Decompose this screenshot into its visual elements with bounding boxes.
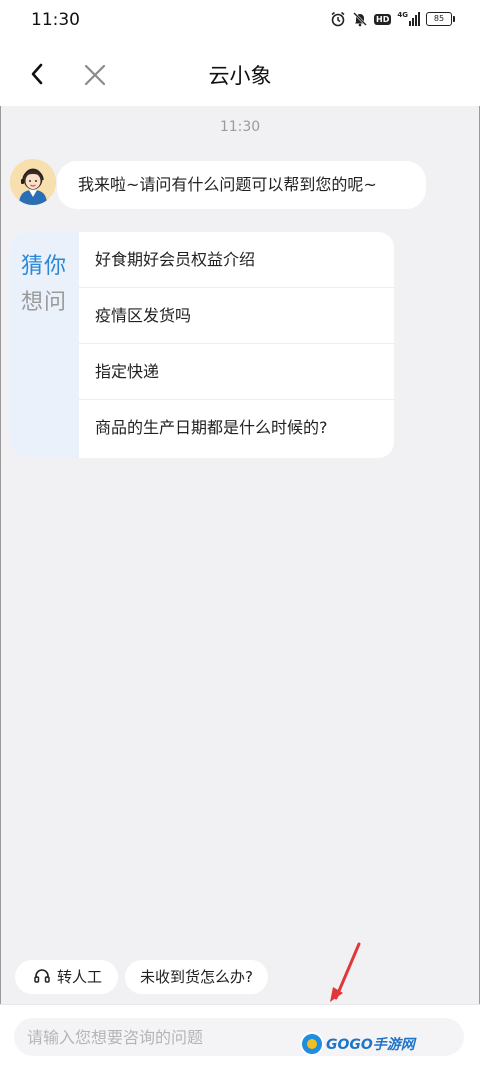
- not-received-button[interactable]: 未收到货怎么办?: [125, 960, 268, 994]
- suggest-item-courier[interactable]: 指定快递: [79, 344, 394, 400]
- battery-icon: 85: [426, 12, 455, 26]
- watermark-logo-icon: [300, 1032, 324, 1056]
- mute-bell-icon: [353, 12, 367, 27]
- hd-icon: HD: [374, 13, 392, 25]
- status-time: 11:30: [31, 10, 80, 30]
- alarm-icon: [331, 11, 345, 27]
- suggest-item-epidemic-shipping[interactable]: 疫情区发货吗: [79, 288, 394, 344]
- suggested-questions-card: 猜你 想问 好食期好会员权益介绍 疫情区发货吗 指定快递 商品的生产日期都是什么…: [10, 232, 394, 458]
- suggest-title-line1: 猜你: [21, 254, 68, 279]
- quick-actions-bar: 转人工 未收到货怎么办?: [0, 946, 480, 1004]
- suggest-item-production-date[interactable]: 商品的生产日期都是什么时候的?: [79, 400, 394, 456]
- transfer-human-label: 转人工: [57, 968, 103, 986]
- headset-icon: [34, 969, 50, 983]
- suggest-item-membership[interactable]: 好食期好会员权益介绍: [79, 232, 394, 288]
- site-watermark: GOGO手游网: [300, 1031, 415, 1057]
- assistant-avatar-icon: [10, 159, 56, 205]
- status-bar: 11:30 HD 4G 85: [0, 0, 480, 44]
- nav-bar: 云小象: [0, 44, 480, 106]
- chat-timestamp: 11:30: [219, 119, 261, 135]
- watermark-text: GOGO手游网: [326, 1037, 415, 1053]
- status-icons: HD 4G 85: [330, 11, 455, 27]
- suggest-side-panel: 猜你 想问: [10, 232, 79, 458]
- battery-level: 85: [433, 14, 445, 23]
- annotation-arrow-icon: [330, 942, 361, 1002]
- transfer-human-button[interactable]: 转人工: [15, 960, 118, 994]
- suggest-title-line2: 想问: [21, 290, 68, 315]
- signal-4g-icon: 4G: [397, 12, 420, 26]
- bot-avatar: [10, 159, 56, 205]
- suggest-list: 好食期好会员权益介绍 疫情区发货吗 指定快递 商品的生产日期都是什么时候的?: [79, 232, 394, 456]
- network-type: 4G: [397, 11, 408, 19]
- bot-message-bubble: 我来啦~请问有什么问题可以帮到您的呢~: [57, 161, 426, 209]
- page-title: 云小象: [208, 64, 272, 88]
